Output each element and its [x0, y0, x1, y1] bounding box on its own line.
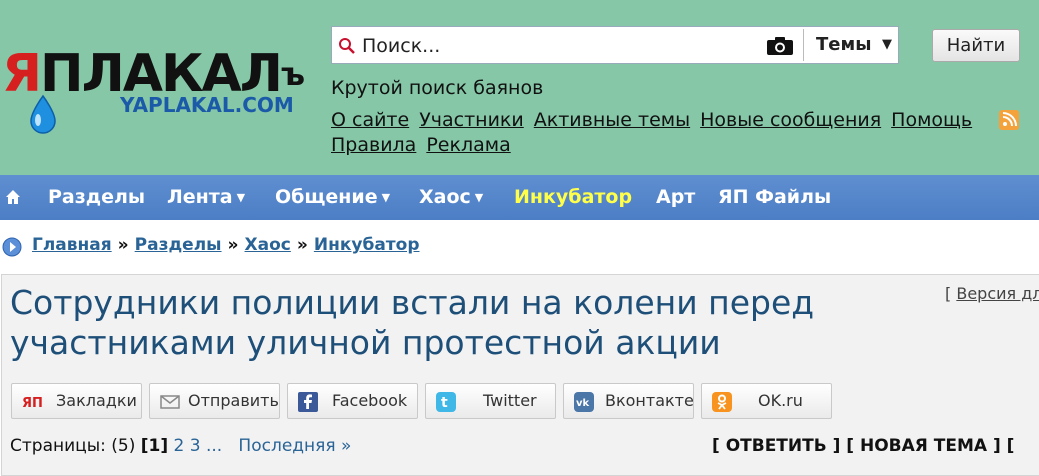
nav-art[interactable]: Арт — [656, 175, 695, 220]
print-version-link[interactable]: Версия дл — [956, 284, 1039, 303]
share-vk-button[interactable]: vk Вконтакте — [563, 383, 694, 419]
link-active-topics[interactable]: Активные темы — [534, 109, 690, 131]
share-facebook-button[interactable]: Facebook — [287, 383, 418, 419]
breadcrumb-home[interactable]: Главная — [32, 235, 112, 255]
camera-icon[interactable] — [766, 36, 794, 56]
nav-sections[interactable]: Разделы — [48, 175, 145, 220]
page-title: Сотрудники полиции встали на колени пере… — [10, 283, 815, 362]
chevron-down-icon: ▼ — [236, 191, 246, 204]
search-button[interactable]: Найти — [932, 29, 1020, 62]
breadcrumb-chaos[interactable]: Хаос — [245, 235, 291, 255]
link-about[interactable]: О сайте — [331, 109, 409, 131]
breadcrumb-incubator[interactable]: Инкубатор — [314, 235, 420, 255]
arrow-circle-icon — [2, 237, 22, 257]
link-rules[interactable]: Правила — [331, 134, 416, 156]
logo-domain: YAPLAKAL.COM — [120, 93, 294, 117]
send-button[interactable]: Отправить — [149, 383, 280, 419]
home-icon[interactable] — [5, 189, 21, 205]
tagline: Крутой поиск баянов — [331, 77, 544, 99]
pagination: Страницы: (5) [1] 2 3 ... Последняя » — [10, 436, 352, 456]
chevron-down-icon: ▼ — [882, 37, 892, 52]
search-input[interactable] — [360, 33, 784, 59]
search-bar: Темы▼ — [331, 26, 899, 64]
rss-icon[interactable] — [999, 110, 1019, 130]
main-nav: Разделы Лента ▼ Общение ▼ Хаос ▼ Инкубатор … — [0, 175, 1039, 220]
last-page-link[interactable]: Последняя » — [238, 436, 351, 456]
top-links: О сайте Участники Активные темы Новые сообщ… — [331, 108, 991, 158]
ok-icon — [712, 392, 732, 412]
bookmarks-button[interactable]: ЯП Закладки — [11, 383, 142, 419]
site-header: ЯПЛАКАЛъ YAPLAKAL.COM Темы▼ Найти Крутой… — [0, 0, 1039, 175]
share-twitter-button[interactable]: t Twitter — [425, 383, 556, 419]
vk-icon: vk — [574, 392, 594, 412]
print-version: [ Версия дл — [945, 284, 1039, 303]
nav-feed[interactable]: Лента ▼ — [167, 175, 245, 220]
link-members[interactable]: Участники — [419, 109, 524, 131]
nav-files[interactable]: ЯП Файлы — [718, 175, 831, 220]
current-page: [1] — [140, 436, 169, 456]
link-help[interactable]: Помощь — [891, 109, 972, 131]
search-icon — [339, 38, 355, 54]
share-ok-button[interactable]: OK.ru — [701, 383, 832, 419]
chevron-down-icon: ▼ — [381, 191, 391, 204]
svg-text:ЯП: ЯП — [22, 396, 42, 411]
link-new-posts[interactable]: Новые сообщения — [700, 109, 881, 131]
nav-chaos[interactable]: Хаос ▼ — [419, 175, 483, 220]
reply-links[interactable]: [ ОТВЕТИТЬ ] [ НОВАЯ ТЕМА ] [ — [712, 436, 1014, 456]
facebook-icon — [298, 392, 318, 412]
breadcrumb-sections[interactable]: Разделы — [135, 235, 222, 255]
link-ads[interactable]: Реклама — [426, 134, 510, 156]
twitter-icon: t — [436, 392, 456, 412]
mail-icon — [160, 395, 180, 409]
svg-text:vk: vk — [576, 398, 590, 409]
breadcrumb: Главная» Разделы» Хаос» Инкубатор — [32, 235, 420, 255]
nav-social[interactable]: Общение ▼ — [275, 175, 390, 220]
page-links[interactable]: 2 3 ... — [174, 436, 223, 456]
yap-icon: ЯП — [22, 396, 42, 411]
search-scope-select[interactable]: Темы ▼ — [803, 29, 898, 61]
chevron-down-icon: ▼ — [474, 191, 484, 204]
site-logo[interactable]: ЯПЛАКАЛъ YAPLAKAL.COM — [2, 40, 305, 134]
tear-drop-icon — [30, 94, 56, 134]
svg-text:t: t — [441, 395, 448, 411]
nav-incubator[interactable]: Инкубатор — [514, 175, 632, 220]
